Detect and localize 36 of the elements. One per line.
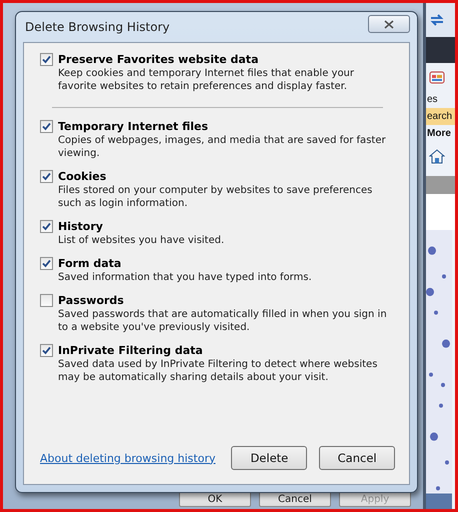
option-label: InPrivate Filtering data [58, 344, 203, 357]
option-label: Preserve Favorites website data [58, 53, 258, 66]
close-icon [384, 20, 394, 28]
refresh-arrows-icon[interactable] [429, 13, 445, 27]
page-area [426, 194, 455, 230]
help-link[interactable]: About deleting browsing history [40, 452, 216, 464]
checkbox[interactable] [40, 53, 53, 66]
option-description: Keep cookies and temporary Internet files that enable your favorite websites to retain preferences and display faster. [57, 67, 356, 93]
checkbox[interactable] [40, 220, 53, 233]
checkbox[interactable] [40, 120, 53, 133]
dialog-button[interactable]: Cancel [319, 446, 395, 470]
checkbox[interactable] [40, 257, 53, 270]
checkbox[interactable] [40, 294, 53, 307]
option-label: Temporary Internet files [58, 120, 208, 133]
menu-label[interactable]: es [426, 91, 455, 108]
tab-strip [426, 176, 455, 194]
option-description: Saved passwords that are automatically filled in when you sign in to a website you've previously visited. [57, 308, 388, 334]
option-description: Copies of webpages, images, and media that are saved for faster viewing. [57, 134, 387, 160]
close-button[interactable] [368, 15, 410, 33]
search-label[interactable]: earch [426, 108, 455, 125]
option-label: History [58, 220, 103, 233]
option-description: List of websites you have visited. [57, 234, 226, 247]
home-icon[interactable] [429, 148, 445, 164]
feeds-icon[interactable] [429, 69, 447, 85]
option-description: Saved information that you have typed into forms. [57, 271, 313, 284]
checkbox[interactable] [40, 170, 53, 183]
window-title: Delete Browsing History [24, 20, 170, 34]
option-description: Saved data used by InPrivate Filtering to detect where websites may be automatically sharing details about your visit. [57, 358, 378, 384]
option-label: Form data [58, 257, 122, 270]
more-label[interactable]: More [426, 125, 455, 142]
command-bar [426, 37, 455, 63]
checkbox[interactable] [40, 344, 53, 357]
dialog-button[interactable]: Delete [231, 446, 308, 470]
option-label: Passwords [58, 294, 124, 307]
option-description: Files stored on your computer by websites to save preferences such as login information. [57, 184, 374, 210]
option-label: Cookies [58, 170, 106, 183]
